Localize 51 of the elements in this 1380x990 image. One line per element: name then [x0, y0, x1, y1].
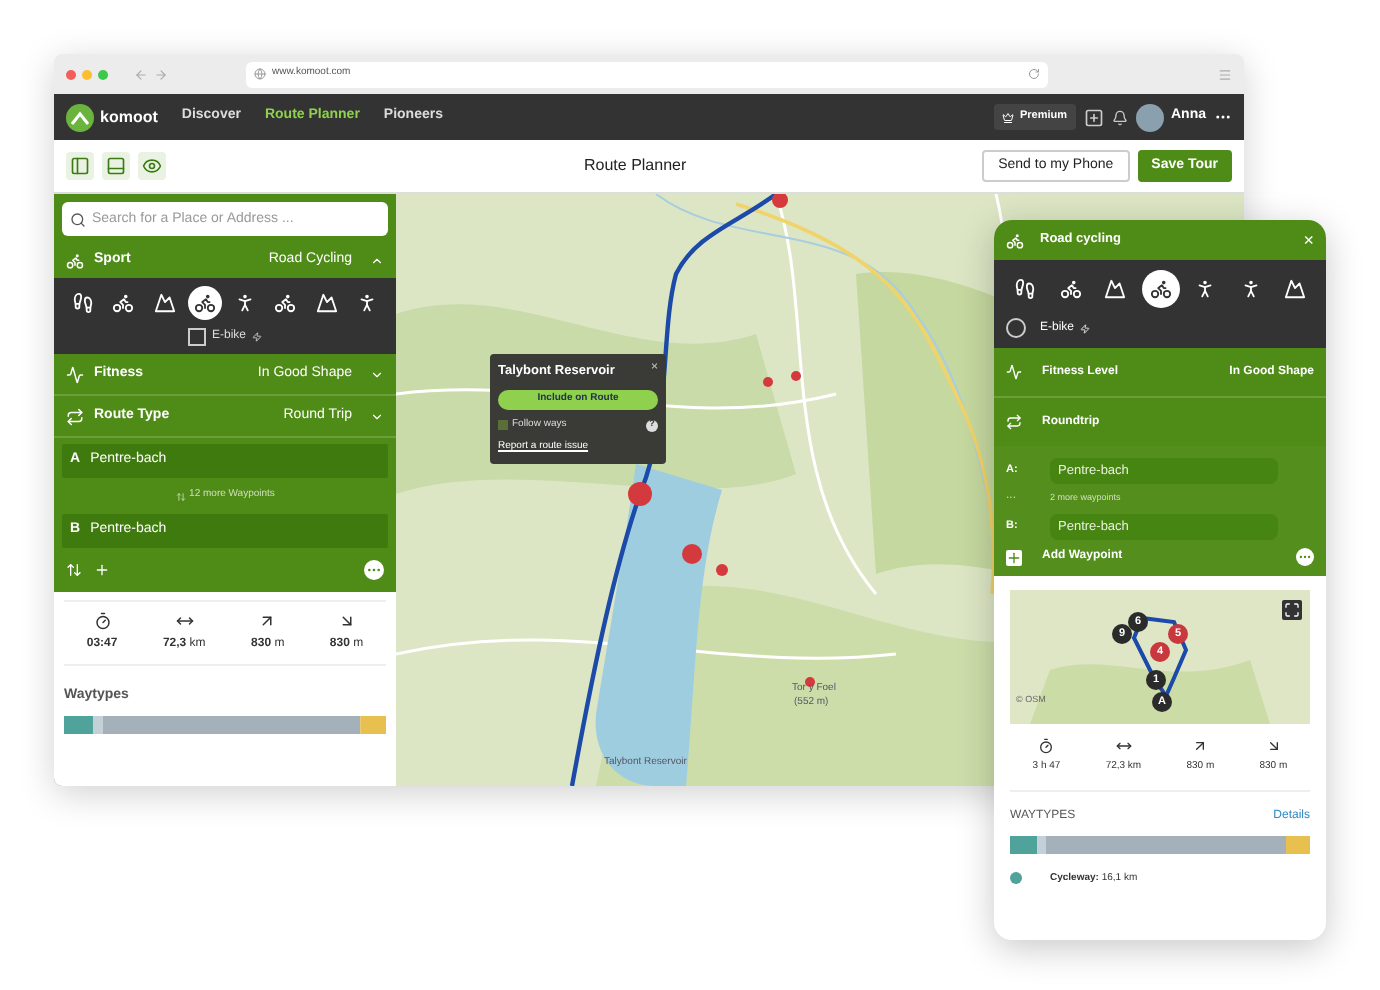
- bicycle-icon: [1149, 278, 1171, 300]
- caret-icon[interactable]: [370, 409, 384, 423]
- bicycle-icon: [66, 252, 84, 270]
- bicycle-icon: [193, 292, 216, 314]
- panel-bottom-icon[interactable]: [102, 152, 130, 180]
- double-arrow-icon: [1115, 738, 1132, 754]
- mountain-icon: [1284, 278, 1306, 300]
- bicycle-icon: [1006, 231, 1024, 249]
- caret-icon[interactable]: [370, 254, 384, 268]
- mountain-icon: [1104, 278, 1126, 300]
- close-button[interactable]: ×: [1303, 231, 1314, 249]
- sport-option[interactable]: [1141, 270, 1179, 308]
- crown-icon: [1001, 111, 1014, 123]
- arrow-up-right-icon: [258, 612, 277, 630]
- logo-icon[interactable]: [66, 103, 94, 131]
- loop-icon: [1006, 414, 1022, 430]
- plus-icon[interactable]: [1006, 549, 1022, 565]
- eye-icon[interactable]: [138, 152, 166, 180]
- bicycle-icon: [274, 292, 297, 314]
- caret-icon[interactable]: [370, 367, 384, 381]
- checkbox[interactable]: [187, 328, 206, 346]
- add-icon[interactable]: [1083, 107, 1103, 127]
- radio-button[interactable]: [1006, 318, 1026, 338]
- arrow-down-right-icon: [337, 612, 356, 630]
- double-arrow-icon: [175, 612, 194, 630]
- loop-icon: [66, 407, 84, 425]
- plus-icon[interactable]: [94, 562, 110, 578]
- sport-option[interactable]: [187, 286, 222, 320]
- globe-icon: [254, 68, 266, 80]
- bicycle-icon: [112, 292, 135, 314]
- checkbox[interactable]: [498, 420, 508, 430]
- mountain-icon: [153, 292, 176, 314]
- panel-left-icon[interactable]: [66, 152, 94, 180]
- stopwatch-icon: [93, 612, 112, 630]
- lightning-icon: [252, 332, 262, 342]
- arrow-down-right-icon: [1265, 738, 1282, 754]
- page-title: Route Planner: [584, 154, 687, 178]
- pulse-icon: [66, 365, 84, 383]
- bicycle-icon: [1059, 278, 1081, 300]
- bell-icon[interactable]: [1111, 109, 1127, 125]
- logo-text[interactable]: komoot: [100, 105, 158, 129]
- arrow-up-right-icon: [1192, 738, 1209, 754]
- avatar[interactable]: [1135, 103, 1163, 131]
- reload-icon[interactable]: [1028, 68, 1040, 80]
- mountain-icon: [315, 292, 338, 314]
- fullscreen-icon[interactable]: [1282, 600, 1302, 620]
- pulse-icon: [1006, 364, 1022, 380]
- swap-icon[interactable]: [66, 562, 82, 578]
- lightning-icon: [1080, 323, 1091, 333]
- stopwatch-icon: [1038, 738, 1055, 754]
- search-icon: [70, 211, 86, 227]
